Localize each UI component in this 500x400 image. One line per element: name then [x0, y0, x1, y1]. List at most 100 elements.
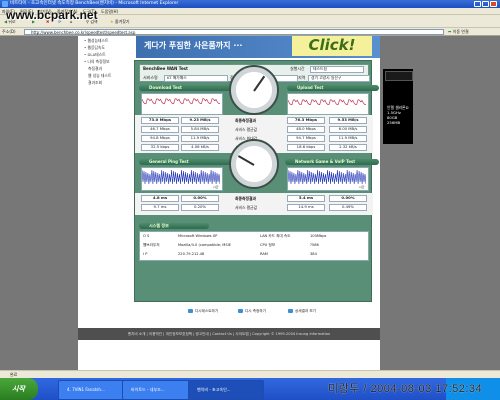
nav-item-dla-test[interactable]: • DLA테스트	[84, 52, 106, 58]
upload-graph	[287, 93, 369, 115]
timestamp-overlay: 미랑두 / 2004-08-03 17:52:34	[328, 383, 483, 395]
minimize-button[interactable]	[474, 1, 481, 7]
ping-ms-value: 9.7 ms	[141, 204, 179, 211]
left-nav: • 웹성능테스트 • 웹응답속도 • DLA테스트 • 나의 측정정보 측정결과…	[78, 36, 134, 96]
banner-click-button[interactable]: Click!	[292, 36, 372, 56]
provider-field: KT 메가패스	[164, 75, 228, 82]
netgame-graph	[287, 167, 369, 191]
maximize-button[interactable]	[482, 1, 489, 7]
nav-item-web-response[interactable]: • 웹응답속도	[84, 45, 105, 51]
start-button[interactable]: 시작	[0, 378, 38, 400]
upload-chart	[287, 99, 367, 106]
favorites-button[interactable]: ★ 즐겨찾기	[108, 17, 132, 26]
remeasure-icon	[238, 309, 243, 313]
game-loss-value: 0.49%	[329, 204, 367, 211]
time-field: 테스트됨	[310, 66, 364, 73]
ping-ms-value: 4.8 ms	[141, 195, 179, 202]
ping-gauge-needle	[237, 155, 255, 166]
nav-subitem-results[interactable]: 측정결과	[88, 66, 102, 72]
ping-gauge	[229, 139, 279, 189]
provider-label: 서비스명	[143, 75, 158, 80]
upload-mbs-value: 2.32 kB/s	[329, 144, 367, 151]
ping-graph	[141, 167, 223, 191]
lan-value: 100Mbps	[310, 234, 327, 238]
details-button[interactable]: 상세결과 보기	[288, 308, 316, 314]
ping-loss-value: 0.20%	[181, 204, 219, 211]
ping-stat-label: 최종측정결과	[235, 196, 256, 201]
cpu-value: ?586	[310, 243, 319, 247]
star-icon: ★	[110, 19, 114, 24]
download-mbps-value: 94.8 Mbps	[141, 135, 179, 142]
os-label: O S	[143, 234, 150, 238]
go-button[interactable]: ➡ 이동 연결	[448, 29, 469, 35]
task-button-2[interactable]: 바이토드 - 내부조...	[122, 380, 194, 400]
ad-logo	[385, 71, 413, 81]
task-button-3[interactable]: 벤치비 - 초고속인...	[188, 380, 264, 400]
speedtest-page: • 웹성능테스트 • 웹응답속도 • DLA테스트 • 나의 측정정보 측정결과…	[78, 36, 380, 370]
game-ms-value: 14.9 ms	[287, 204, 325, 211]
task-button-1[interactable]: 4. 7VIN1 Fanatsh...	[58, 380, 128, 400]
address-label: 주소(D)	[2, 29, 16, 34]
region-label: 지역	[298, 75, 306, 80]
region-field: 경기 고양시 일산구	[308, 75, 370, 82]
gauge-needle	[253, 75, 266, 92]
lan-label: LAN 카드 최대 속도	[260, 234, 291, 238]
upload-test-title: Upload Test	[287, 85, 379, 91]
nav-item-web-performance[interactable]: • 웹성능테스트	[84, 38, 108, 44]
test-title: BenchBee WAN Test	[143, 66, 188, 71]
browser-label: 웹브라우저	[143, 243, 160, 247]
address-url: http://www.benchbee.co.kr/speedtest/spee…	[31, 30, 136, 35]
sysinfo-title: 시스템 정보	[139, 223, 209, 229]
upload-mbs-value: 9.53 MB/s	[329, 117, 367, 124]
retest-button[interactable]: 다시테스트하기	[188, 308, 218, 314]
status-bar: 완료	[0, 370, 500, 378]
browser-value: Mozilla/4.0 (compatible; MSIE	[178, 243, 231, 247]
ad-text: 인텔 셀러론D 1.5GHz 80GB 256MB	[387, 105, 409, 125]
upload-mbps-value: 76.3 Mbps	[287, 117, 325, 124]
speed-gauge	[229, 65, 279, 115]
download-mbs-value: 9.23 MB/s	[181, 117, 219, 124]
upload-mbs-value: 6.00 MB/s	[329, 126, 367, 133]
side-ad[interactable]: 인텔 셀러론D 1.5GHz 80GB 256MB	[383, 69, 413, 144]
nav-subitem-web-test[interactable]: 웹 성능 테스트	[88, 73, 111, 79]
ping-test-title: General Ping Test	[139, 159, 231, 165]
ping-axis-label: 시간	[213, 185, 219, 189]
upload-mbps-value: 48.0 Mbps	[287, 126, 325, 133]
ad-banner[interactable]: 게다가 푸짐한 사은품까지 ··· Click!	[136, 36, 380, 58]
ping-chart	[141, 169, 221, 185]
remeasure-button[interactable]: 다시 측정하기	[238, 308, 266, 314]
download-graph	[141, 93, 223, 115]
details-icon	[288, 309, 293, 313]
ping-loss-value: 0.00%	[181, 195, 219, 202]
close-button[interactable]	[490, 1, 497, 7]
ram-value: 384	[310, 252, 317, 256]
ie-icon	[2, 1, 8, 7]
netgame-axis-label: 시간	[359, 185, 365, 189]
go-arrow-icon: ➡	[448, 29, 452, 34]
go-label: 이동	[452, 29, 461, 34]
nav-item-my-results[interactable]: • 나의 측정정보	[84, 59, 110, 65]
ip-label: I P	[143, 252, 148, 256]
netgame-chart	[287, 169, 367, 185]
upload-mbs-value: 11.9 MB/s	[329, 135, 367, 142]
address-bar: 주소(D) http://www.benchbee.co.kr/speedtes…	[0, 28, 500, 36]
download-test-title: Download Test	[139, 85, 231, 91]
ping-stats: 4.8 ms 0.00% 최종측정결과 5.4 ms 0.00% 9.7 ms 0.20% 서…	[135, 193, 373, 215]
download-mbs-value: 4.06 kB/s	[181, 144, 219, 151]
download-mbs-value: 5.84 MB/s	[181, 126, 219, 133]
menu-help[interactable]: 도움말(H)	[101, 9, 118, 14]
upload-mbps-value: 94.7 Mbps	[287, 135, 325, 142]
address-input[interactable]: http://www.benchbee.co.kr/speedtest/spee…	[24, 29, 444, 35]
download-axis-label: 시간	[213, 108, 219, 112]
upload-mbps-value: 18.6 kbps	[287, 144, 325, 151]
download-mbs-value: 11.9 MB/s	[181, 135, 219, 142]
upload-axis-label: 시간	[359, 108, 365, 112]
speed-stat-label: 최종측정결과	[235, 118, 256, 123]
nav-subitem-history[interactable]: 결과조회	[88, 80, 102, 86]
wan-test-panel: BenchBee WAN Test 실행시간 테스트됨 서비스명 KT 메가패스…	[134, 60, 379, 302]
download-chart	[141, 98, 221, 105]
links-label: 연결	[461, 29, 469, 34]
window-titlebar: 비트타이 - 초고속인터넷 속도측정 BenchBee(벤치비) - Micro…	[0, 0, 500, 8]
download-mbps-value: 73.0 Mbps	[141, 117, 179, 124]
os-value: Microsoft Windows XP	[178, 234, 218, 238]
